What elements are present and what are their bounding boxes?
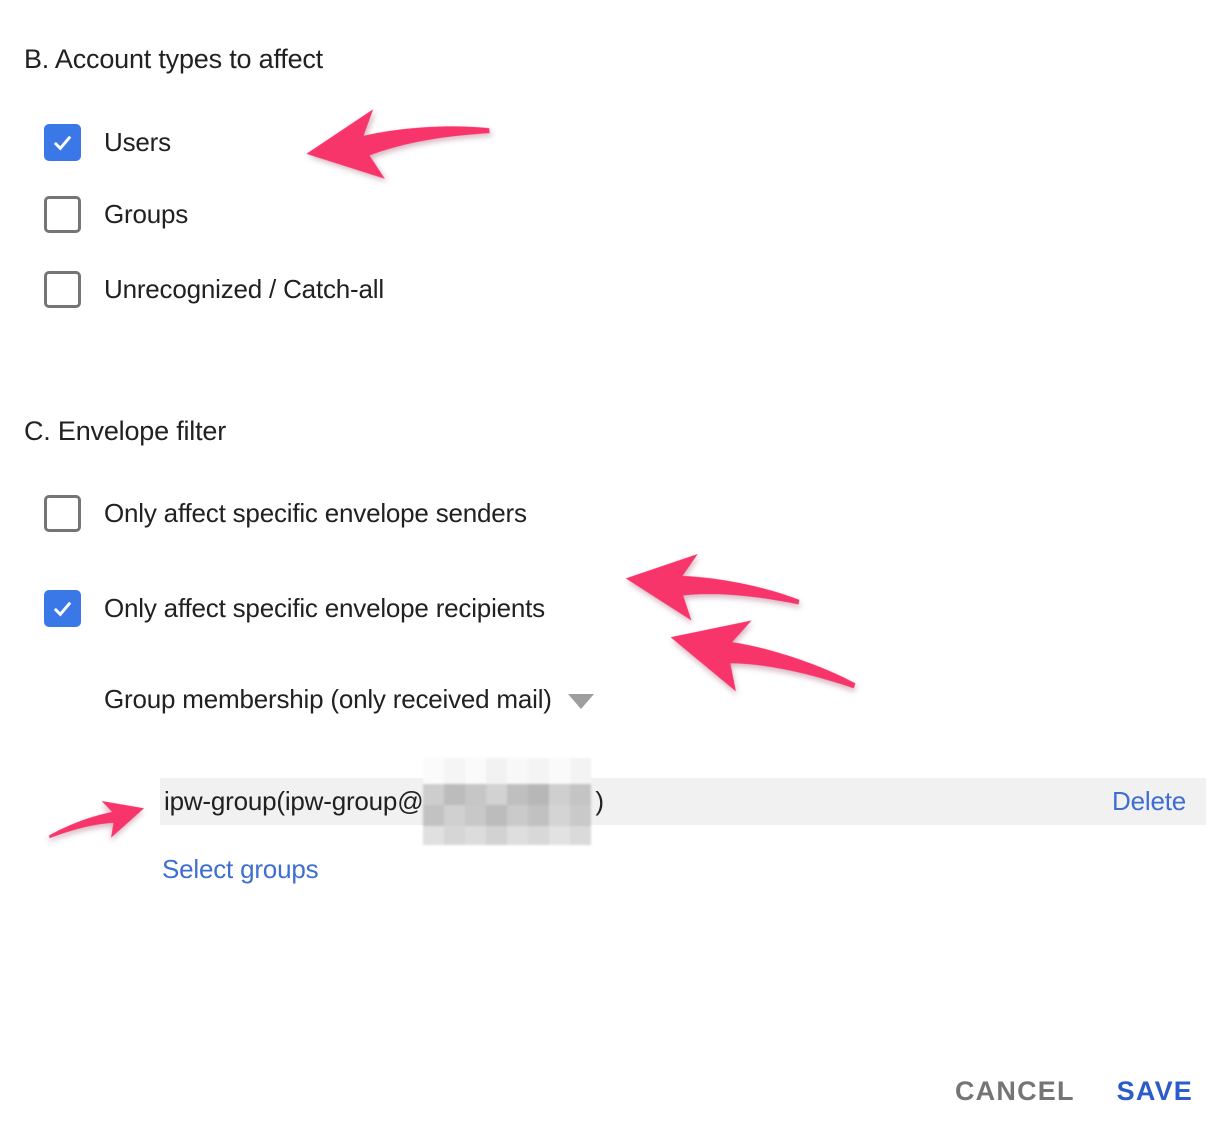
checkbox-row-unrecognized: Unrecognized / Catch-all <box>44 271 384 308</box>
selected-group-row: ipw-group(ipw-group@ <box>160 778 1206 825</box>
unrecognized-checkbox-label[interactable]: Unrecognized / Catch-all <box>104 274 384 305</box>
annotation-arrow-dropdown-icon <box>656 592 868 734</box>
checkbox-row-envelope-senders: Only affect specific envelope senders <box>44 495 527 532</box>
checkmark-icon <box>49 595 76 622</box>
annotation-arrow-group-row-icon <box>42 785 153 862</box>
cancel-button[interactable]: CANCEL <box>955 1076 1075 1107</box>
delete-group-link[interactable]: Delete <box>1112 786 1186 817</box>
group-name-text-suffix: ) <box>595 786 603 817</box>
section-heading-envelope-filter: C. Envelope filter <box>24 416 226 447</box>
checkbox-row-envelope-recipients: Only affect specific envelope recipients <box>44 590 545 627</box>
unrecognized-checkbox[interactable] <box>44 271 81 308</box>
groups-checkbox-label[interactable]: Groups <box>104 199 188 230</box>
groups-checkbox[interactable] <box>44 196 81 233</box>
section-heading-account-types: B. Account types to affect <box>24 44 323 75</box>
group-name-text: ipw-group(ipw-group@ <box>164 786 423 817</box>
annotation-arrow-users-icon <box>301 99 495 189</box>
checkbox-row-users: Users <box>44 124 171 161</box>
recipient-filter-dropdown[interactable]: Group membership (only received mail) <box>104 684 594 715</box>
envelope-senders-checkbox-label[interactable]: Only affect specific envelope senders <box>104 498 527 529</box>
chevron-down-icon <box>568 694 594 709</box>
recipient-filter-dropdown-value: Group membership (only received mail) <box>104 684 552 715</box>
envelope-recipients-checkbox-label[interactable]: Only affect specific envelope recipients <box>104 593 545 624</box>
select-groups-link[interactable]: Select groups <box>162 854 318 885</box>
users-checkbox[interactable] <box>44 124 81 161</box>
checkbox-row-groups: Groups <box>44 196 188 233</box>
users-checkbox-label[interactable]: Users <box>104 127 171 158</box>
dialog-actions: CANCEL SAVE <box>955 1076 1193 1107</box>
annotation-arrow-recipients-icon <box>616 536 808 648</box>
envelope-senders-checkbox[interactable] <box>44 495 81 532</box>
save-button[interactable]: SAVE <box>1117 1076 1193 1107</box>
checkmark-icon <box>49 129 76 156</box>
redacted-email-domain <box>423 758 591 845</box>
envelope-recipients-checkbox[interactable] <box>44 590 81 627</box>
